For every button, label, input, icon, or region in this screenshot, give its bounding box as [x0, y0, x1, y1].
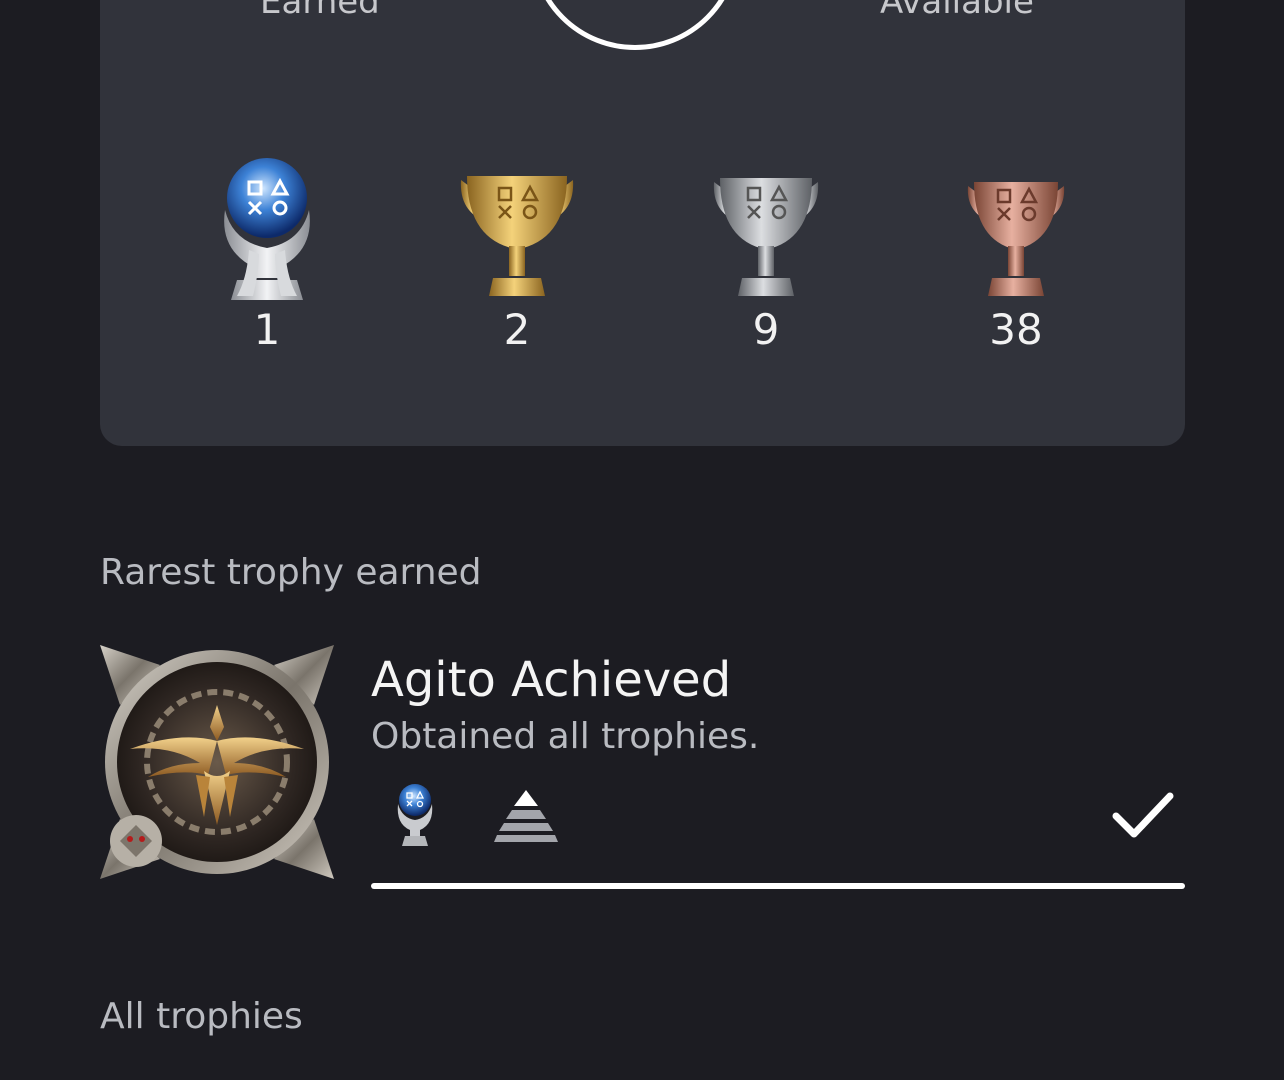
trophy-badge-image[interactable] [100, 645, 334, 879]
trophy-name: Agito Achieved [371, 652, 732, 708]
platinum-count: 1 [253, 305, 281, 354]
rarity-pyramid-icon [494, 790, 558, 842]
gold-trophy-column[interactable]: 2 [427, 150, 607, 390]
silver-count: 9 [752, 305, 780, 354]
trophy-summary-screen: Earned Available 1 2 9 38 Rarest trophy … [0, 0, 1284, 1080]
gold-trophy-icon [460, 176, 574, 296]
bronze-trophy-column[interactable]: 38 [926, 150, 1106, 390]
progress-ring [530, 0, 740, 50]
bronze-count: 38 [989, 305, 1043, 354]
gold-count: 2 [503, 305, 531, 354]
earned-label: Earned [260, 0, 380, 22]
trophy-summary-card: Earned Available 1 2 9 38 [100, 0, 1185, 446]
platinum-trophy-icon [224, 158, 310, 300]
silver-trophy-column[interactable]: 9 [676, 150, 856, 390]
available-label: Available [880, 0, 1034, 22]
checkmark-icon [1112, 792, 1174, 838]
all-trophies-heading: All trophies [100, 996, 303, 1037]
bronze-trophy-icon [967, 182, 1065, 296]
silver-trophy-icon [713, 178, 819, 296]
trophy-progress-bar [371, 883, 1185, 889]
platinum-trophy-icon [397, 784, 433, 846]
rarest-trophy-heading: Rarest trophy earned [100, 552, 482, 593]
platinum-trophy-column[interactable]: 1 [177, 150, 357, 390]
trophy-description: Obtained all trophies. [371, 716, 760, 757]
